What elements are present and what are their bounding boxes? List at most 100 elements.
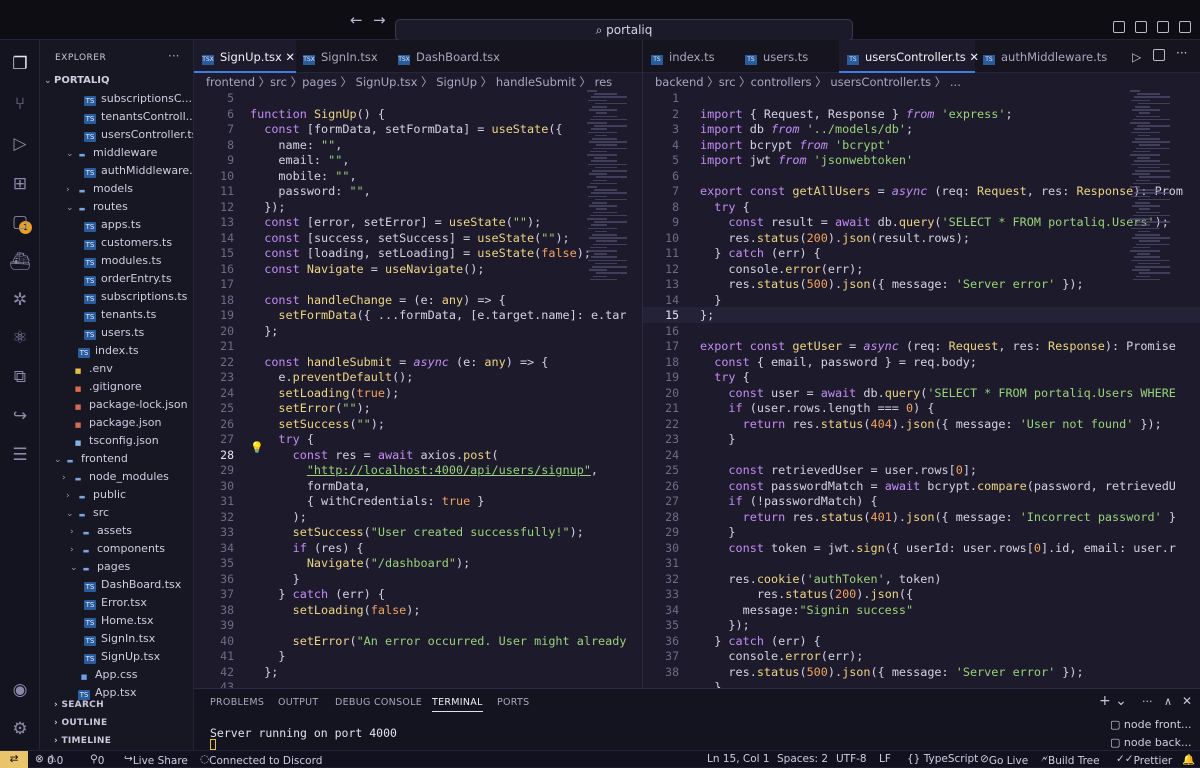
- file-item[interactable]: ■ package.json: [72, 414, 162, 432]
- split-editor-icon[interactable]: [1153, 49, 1165, 61]
- folder-item[interactable]: ⌄ ▬ frontend: [54, 450, 128, 468]
- file-item[interactable]: TS usersController.ts: [84, 126, 193, 144]
- source-control-icon[interactable]: ⑂: [8, 92, 32, 116]
- live-share-icon[interactable]: ↪: [8, 404, 32, 428]
- command-center-search[interactable]: ⌕ portaliq: [395, 19, 853, 41]
- tab-users-controller[interactable]: TS usersController.ts ✕: [839, 40, 979, 73]
- remote-indicator-icon[interactable]: ⇄: [0, 751, 28, 768]
- eol-status[interactable]: LF: [879, 753, 891, 765]
- new-terminal-icon[interactable]: + ⌄: [1099, 693, 1127, 709]
- timeline-section[interactable]: › TIMELINE: [54, 736, 111, 746]
- run-icon[interactable]: ▷: [1132, 50, 1141, 64]
- react-icon[interactable]: ⚛: [8, 326, 32, 350]
- terminal-instance-backend[interactable]: ▢ node back...: [1110, 736, 1191, 749]
- maximize-panel-icon[interactable]: ∧: [1164, 695, 1172, 708]
- prettier-status[interactable]: ✓✓ Prettier: [1116, 753, 1172, 767]
- problems-status[interactable]: ⊗ 0 ⚠ 0: [35, 753, 63, 767]
- settings-gear-icon[interactable]: ⚙: [8, 717, 32, 741]
- toggle-panel-icon[interactable]: [1135, 21, 1147, 33]
- remote-explorer-icon[interactable]: ▢: [8, 210, 32, 234]
- tab-index[interactable]: TS index.ts: [643, 40, 741, 73]
- file-item[interactable]: TS index.ts: [78, 342, 139, 360]
- kubernetes-icon[interactable]: ✲: [8, 288, 32, 312]
- cursor-position[interactable]: Ln 15, Col 1: [707, 753, 770, 765]
- file-item[interactable]: TS users.ts: [84, 324, 144, 342]
- database-icon[interactable]: ⧉: [8, 365, 32, 389]
- file-item[interactable]: TS customers.ts: [84, 234, 172, 252]
- tab-signup[interactable]: TSX SignUp.tsx ✕: [194, 40, 296, 73]
- more-actions-icon[interactable]: ···: [168, 49, 179, 63]
- file-item[interactable]: TS DashBoard.tsx: [84, 576, 181, 594]
- right-minimap[interactable]: [1130, 90, 1180, 290]
- indentation-status[interactable]: Spaces: 2: [777, 753, 828, 765]
- lightbulb-icon[interactable]: 💡: [250, 441, 264, 454]
- file-item[interactable]: TS tenantsControll...: [84, 108, 193, 126]
- ports-status[interactable]: ⚲ 0: [90, 753, 104, 767]
- file-item[interactable]: TS modules.ts: [84, 252, 162, 270]
- files-icon[interactable]: ❐: [8, 52, 32, 76]
- file-item[interactable]: TS tenants.ts: [84, 306, 156, 324]
- extensions-icon[interactable]: ⊞: [8, 172, 32, 196]
- tab-terminal[interactable]: TERMINAL: [432, 697, 483, 712]
- file-item[interactable]: ■ App.css: [78, 666, 138, 684]
- folder-item[interactable]: ⌄ ▬ routes: [66, 198, 128, 216]
- folder-item[interactable]: ⌄ ▬ src: [66, 504, 109, 522]
- tab-output[interactable]: OUTPUT: [278, 697, 319, 708]
- file-item[interactable]: TS subscriptionsC...: [84, 90, 192, 108]
- left-breadcrumb[interactable]: frontend 〉src 〉pages 〉 SignUp.tsx 〉 Sign…: [206, 74, 612, 90]
- left-minimap[interactable]: [587, 90, 637, 290]
- tab-dashboard[interactable]: TSX DashBoard.tsx: [394, 40, 504, 73]
- folder-item[interactable]: ⌄ ▬ middleware: [66, 144, 157, 162]
- run-debug-icon[interactable]: ▷: [8, 132, 32, 156]
- file-item[interactable]: TS orderEntry.ts: [84, 270, 172, 288]
- encoding-status[interactable]: UTF-8: [836, 753, 867, 765]
- forward-arrow-icon[interactable]: →: [373, 11, 386, 29]
- folder-item[interactable]: › ▬ models: [66, 180, 133, 198]
- close-panel-icon[interactable]: ✕: [1182, 694, 1192, 708]
- file-item[interactable]: TS SignIn.tsx: [84, 630, 155, 648]
- file-item[interactable]: TS Error.tsx: [84, 594, 147, 612]
- file-item[interactable]: TS SignUp.tsx: [84, 648, 160, 666]
- file-item[interactable]: ■ tsconfig.json: [72, 432, 159, 450]
- signup-code[interactable]: function SignUp() { const [formData, set…: [250, 91, 626, 742]
- go-live-button[interactable]: ⊘ Go Live: [980, 753, 1028, 767]
- toggle-secondary-sidebar-icon[interactable]: [1157, 21, 1169, 33]
- tab-ports[interactable]: PORTS: [497, 697, 529, 708]
- customize-layout-icon[interactable]: [1179, 21, 1191, 33]
- search-section[interactable]: › SEARCH: [54, 700, 104, 710]
- file-item[interactable]: ■ package-lock.json: [72, 396, 188, 414]
- editor-more-icon[interactable]: ···: [1176, 46, 1187, 60]
- account-icon[interactable]: ◉: [8, 678, 32, 702]
- notifications-bell-icon[interactable]: 🔔: [1182, 753, 1195, 766]
- file-item[interactable]: ■ .env: [72, 360, 113, 378]
- folder-item[interactable]: › ▬ components: [70, 540, 165, 558]
- language-mode[interactable]: {} TypeScript: [907, 753, 978, 765]
- toggle-sidebar-icon[interactable]: [1113, 21, 1125, 33]
- build-tree-button[interactable]: 🗲 Build Tree: [1041, 753, 1100, 767]
- tab-problems[interactable]: PROBLEMS: [210, 697, 264, 708]
- right-breadcrumb[interactable]: backend 〉src 〉controllers 〉 usersControl…: [655, 74, 961, 90]
- file-item[interactable]: TS subscriptions.ts: [84, 288, 187, 306]
- live-share-status[interactable]: ↪ Live Share: [124, 753, 188, 767]
- tab-debug-console[interactable]: DEBUG CONSOLE: [335, 697, 422, 708]
- timeline-icon[interactable]: ☰: [8, 443, 32, 467]
- terminal-output[interactable]: Server running on port 4000: [210, 726, 397, 740]
- folder-item[interactable]: › ▬ assets: [70, 522, 132, 540]
- tab-users[interactable]: TS users.ts: [741, 40, 837, 73]
- terminal-instance-frontend[interactable]: ▢ node front...: [1110, 718, 1192, 731]
- docker-icon[interactable]: ⛴: [8, 250, 32, 274]
- workspace-root[interactable]: ⌄ PORTALIQ: [44, 72, 109, 90]
- panel-more-icon[interactable]: ···: [1142, 695, 1153, 708]
- file-item[interactable]: TS apps.ts: [84, 216, 141, 234]
- tab-auth-middleware[interactable]: TS authMiddleware.ts: [977, 40, 1117, 73]
- file-item[interactable]: ■ .gitignore: [72, 378, 142, 396]
- users-controller-code[interactable]: import { Request, Response } from 'expre…: [700, 91, 1184, 727]
- folder-item[interactable]: › ▬ node_modules: [62, 468, 169, 486]
- discord-status[interactable]: ◌ Connected to Discord: [200, 753, 322, 767]
- folder-item[interactable]: ⌄ ▬ pages: [70, 558, 130, 576]
- back-arrow-icon[interactable]: ←: [350, 11, 363, 29]
- folder-item[interactable]: › ▬ public: [66, 486, 126, 504]
- file-item[interactable]: TS Home.tsx: [84, 612, 154, 630]
- tab-signin[interactable]: TSX SignIn.tsx: [299, 40, 395, 73]
- file-item[interactable]: TS authMiddleware...: [84, 162, 193, 180]
